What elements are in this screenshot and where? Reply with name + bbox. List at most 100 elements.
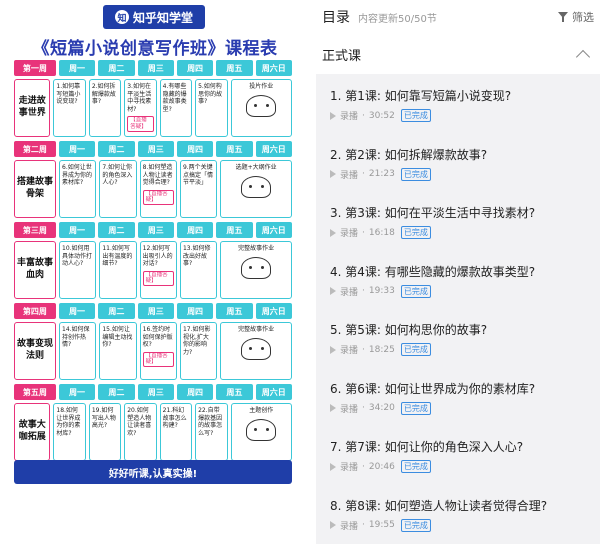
- day-cell-text: 16.签约时如何保护版权?: [142, 326, 173, 348]
- day-cell-text: 13.如何修改出好故事?: [182, 245, 211, 267]
- day-header: 周四: [176, 141, 214, 157]
- day-header: 周五: [216, 222, 253, 238]
- lesson-kind: 录播: [340, 463, 359, 473]
- day-header: 周三: [137, 303, 174, 319]
- completed-badge: 已完成: [400, 109, 431, 122]
- day-header: 周三: [137, 222, 174, 238]
- meta-separator: ·: [362, 461, 365, 472]
- weekend-task: 完整故事作业: [238, 245, 275, 252]
- day-cell-text: 15.如何让编辑主动找你?: [102, 326, 133, 348]
- day-cell: 21.科幻故事怎么构建?: [159, 403, 193, 461]
- meta-separator: ·: [362, 227, 365, 238]
- play-icon: [330, 404, 336, 412]
- day-cell-text: 5.如何构思你的故事?: [198, 83, 223, 105]
- course-schedule-poster: 知 知乎知学堂 《短篇小说创意写作班》课程表 第一周 周一 周二 周三 周四 周五 周六日走…: [0, 0, 305, 543]
- weekend-task: 完整故事作业: [238, 326, 275, 333]
- poster-footer-banner: 好好听课,认真实操!: [14, 460, 292, 484]
- play-icon: [330, 228, 336, 237]
- day-cell-text: 18.如何让世界成为你的素材库?: [56, 407, 81, 437]
- lesson-item[interactable]: 8. 第8课: 如何塑造人物让读者觉得合理? 录播 · 19:55 已完成: [330, 484, 600, 543]
- week-topic: 走进故事世界: [14, 79, 51, 137]
- lesson-item[interactable]: 1. 第1课: 如何靠写短篇小说变现? 录播 · 30:52 已完成: [330, 74, 600, 133]
- day-cell-text: 1.如何靠写短篇小说变现?: [56, 83, 81, 105]
- lesson-duration: 18:25: [368, 344, 395, 355]
- day-cell: 14.如何保持创作热情?: [59, 322, 97, 380]
- day-cell: 4.有哪些隐藏的爆款故事类型?: [159, 79, 193, 137]
- lesson-duration: 34:20: [368, 403, 395, 413]
- weekend-cell: 完整故事作业: [220, 322, 292, 380]
- week-label: 第三周: [14, 222, 56, 238]
- day-cell: 3.如何在平淡生活中寻找素材? 【直播答疑】: [124, 79, 157, 137]
- day-header: 周二: [98, 222, 135, 238]
- lesson-kind: 录播: [340, 170, 359, 181]
- day-cell: 15.如何让编辑主动找你?: [99, 322, 137, 380]
- lesson-item[interactable]: 7. 第7课: 如何让你的角色深入人心? 录播 · 20:46 已完成: [330, 425, 600, 484]
- weekend-task: 投片作业: [249, 83, 274, 90]
- lesson-title: 2. 第2课: 如何拆解爆款故事?: [330, 147, 488, 162]
- lesson-item[interactable]: 5. 第5课: 如何构思你的故事? 录播 · 18:25 已完成: [330, 308, 600, 367]
- lesson-item[interactable]: 2. 第2课: 如何拆解爆款故事? 录播 · 21:23 已完成: [330, 133, 600, 192]
- day-cell: 13.如何修改出好故事?: [179, 241, 218, 299]
- update-progress: 内容更新50/50节: [358, 13, 437, 25]
- week-block: 第三周 周一 周二 周三 周四 周五 周六日 丰富故事血肉 10.如何用具体动作打动人心? 11.…: [14, 222, 292, 299]
- week-block: 第一周 周一 周二 周三 周四 周五 周六日 走进故事世界 1.如何靠写短篇小说变现? 2.如何拆…: [14, 60, 292, 137]
- meta-separator: ·: [362, 110, 365, 121]
- day-cell: 1.如何靠写短篇小说变现?: [53, 79, 86, 137]
- weekend-cell: 完整故事作业: [220, 241, 292, 299]
- lesson-item[interactable]: 6. 第6课: 如何让世界成为你的素材库? 录播 · 34:20 已完成: [330, 367, 600, 426]
- lesson-kind: 录播: [340, 112, 359, 122]
- day-cell: 19.如何写出人物高光?: [88, 403, 122, 461]
- lesson-item[interactable]: 3. 第3课: 如何在平淡生活中寻找素材? 录播 · 16:18 已完成: [330, 191, 600, 250]
- day-cell: 8.如何塑造人物让读者觉得合理? 【直播答疑】: [139, 160, 177, 218]
- lesson-title: 6. 第6课: 如何让世界成为你的素材库?: [330, 381, 536, 396]
- day-header: 周二: [98, 303, 135, 319]
- day-header: 周一: [58, 60, 96, 76]
- day-cell: 2.如何拆解爆款故事?: [88, 79, 122, 137]
- lesson-meta: 录播 · 18:25 已完成: [330, 343, 600, 356]
- day-cell-text: 6.如何让世界成为你的素材库?: [62, 164, 93, 186]
- lesson-duration: 21:23: [368, 169, 395, 179]
- lesson-title: 8. 第8课: 如何塑造人物让读者觉得合理?: [330, 498, 548, 513]
- day-header: 周一: [58, 384, 96, 400]
- day-cell-text: 10.如何用具体动作打动人心?: [62, 245, 93, 267]
- lesson-duration: 16:18: [368, 227, 395, 238]
- lesson-title: 4. 第4课: 有哪些隐藏的爆款故事类型?: [330, 264, 536, 279]
- day-cell: 11.如何写出有温度的细节?: [99, 241, 137, 299]
- completed-badge: 已完成: [400, 343, 431, 356]
- day-cell-text: 4.有哪些隐藏的爆款故事类型?: [162, 83, 187, 113]
- weekend-cell: 选题+大纲作业: [220, 160, 292, 218]
- day-cell: 16.签约时如何保护版权? 【直播答疑】: [139, 322, 177, 380]
- lesson-meta: 录播 · 21:23 已完成: [330, 167, 600, 181]
- completed-badge: 已完成: [400, 518, 431, 532]
- day-cell: 10.如何用具体动作打动人心?: [59, 241, 97, 299]
- week-topic: 搭建故事骨架: [14, 160, 56, 218]
- day-cell: 17.如何影视化,扩大你的影响力?: [179, 322, 218, 380]
- day-cell-text: 7.如何让你的角色深入人心?: [102, 164, 133, 186]
- lesson-meta: 录播 · 16:18 已完成: [330, 226, 600, 239]
- lesson-duration: 20:46: [368, 461, 395, 472]
- day-header: 周四: [176, 222, 214, 238]
- course-catalog-panel: 目录 内容更新50/50节 筛选 正式课 1. 第1课: 如何靠写短篇小说变现?…: [316, 0, 600, 544]
- catalog-header: 目录 内容更新50/50节 筛选: [316, 0, 600, 34]
- section-header[interactable]: 正式课: [316, 34, 600, 74]
- lesson-meta: 录播 · 34:20 已完成: [330, 401, 600, 415]
- lesson-kind: 录播: [340, 404, 359, 415]
- day-cell-text: 3.如何在平淡生活中寻找素材?: [127, 83, 152, 113]
- lesson-kind: 录播: [340, 521, 359, 532]
- live-qa-badge: 【直播答疑】: [142, 270, 174, 287]
- cat-mascot-icon: [241, 256, 272, 279]
- completed-badge: 已完成: [400, 284, 431, 298]
- day-header: 周二: [98, 384, 135, 400]
- filter-button[interactable]: 筛选: [558, 9, 594, 25]
- day-header: 周五: [216, 303, 253, 319]
- day-cell: 9.两个关键点搞定「情节平淡」: [179, 160, 218, 218]
- week-header-row: 第四周 周一 周二 周三 周四 周五 周六日: [14, 303, 292, 319]
- lesson-item[interactable]: 4. 第4课: 有哪些隐藏的爆款故事类型? 录播 · 19:33 已完成: [330, 250, 600, 309]
- week-label: 第一周: [14, 60, 56, 76]
- day-cell-text: 11.如何写出有温度的细节?: [102, 245, 133, 267]
- week-body-row: 丰富故事血肉 10.如何用具体动作打动人心? 11.如何写出有温度的细节? 12.如何…: [14, 241, 292, 299]
- week-header-row: 第五周 周一 周二 周三 周四 周五 周六日: [14, 384, 292, 400]
- meta-separator: ·: [362, 520, 365, 530]
- lesson-duration: 30:52: [368, 110, 395, 121]
- poster-title: 《短篇小说创意写作班》课程表: [32, 39, 278, 59]
